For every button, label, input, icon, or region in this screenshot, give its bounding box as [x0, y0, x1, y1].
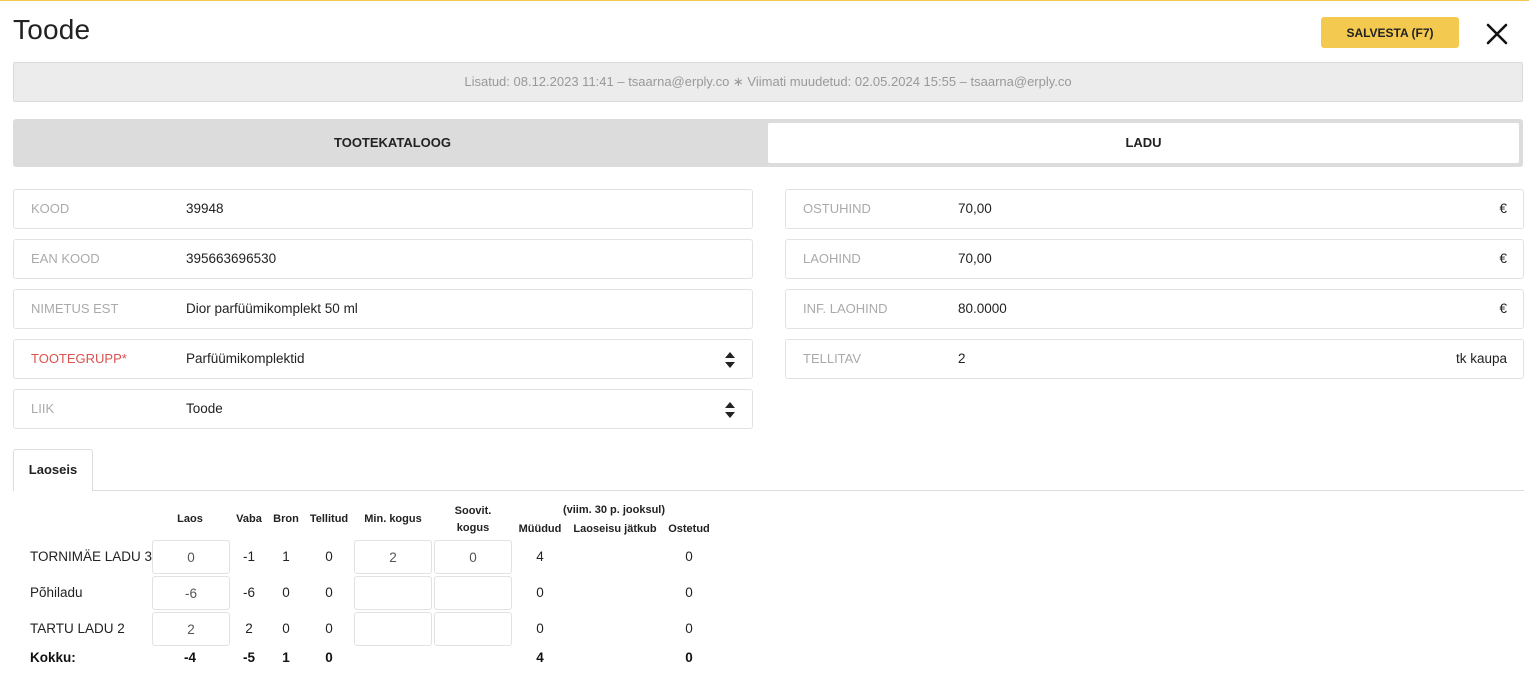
field-value[interactable]: 70,00: [958, 201, 992, 216]
warehouse-name: TORNIMÄE LADU 3: [30, 549, 153, 564]
ostetud-value: 0: [685, 621, 693, 636]
save-button[interactable]: SALVESTA (F7): [1321, 17, 1459, 48]
field-value[interactable]: 39948: [186, 201, 224, 216]
field-ean-kood[interactable]: EAN KOOD 395663696530: [13, 239, 753, 279]
ostetud-value: 0: [685, 585, 693, 600]
currency-suffix: €: [1499, 201, 1507, 216]
field-laohind[interactable]: LAOHIND 70,00 €: [785, 239, 1524, 279]
field-value[interactable]: 395663696530: [186, 251, 276, 266]
currency-suffix: €: [1499, 251, 1507, 266]
field-value[interactable]: 80.0000: [958, 301, 1007, 316]
total-ostetud: 0: [685, 650, 693, 665]
col-header-laoseisu-jatkub: Laoseisu jätkub: [573, 523, 657, 535]
field-liik-select[interactable]: LIIK Toode: [13, 389, 753, 429]
field-value[interactable]: Dior parfüümikomplekt 50 ml: [186, 301, 358, 316]
warehouse-name: Põhiladu: [30, 585, 83, 600]
field-tootegrupp-select[interactable]: TOOTEGRUPP* Parfüümikomplektid: [13, 339, 753, 379]
soovit-kogus-input[interactable]: [434, 540, 512, 574]
col-header-bron: Bron: [273, 513, 299, 525]
field-label: TOOTEGRUPP*: [31, 351, 127, 366]
field-value[interactable]: 70,00: [958, 251, 992, 266]
col-header-soovit: Soovit.: [454, 505, 492, 517]
col-header-vaba: Vaba: [236, 513, 262, 525]
bron-value: 1: [282, 549, 290, 564]
col-header-tellitud: Tellitud: [309, 513, 349, 525]
field-inf-laohind[interactable]: INF. LAOHIND 80.0000 €: [785, 289, 1524, 329]
tab-laoseis[interactable]: Laoseis: [13, 449, 93, 491]
close-icon[interactable]: [1484, 21, 1510, 47]
page-title: Toode: [13, 14, 91, 45]
field-label: LIIK: [31, 401, 55, 416]
tellitud-value: 0: [325, 621, 333, 636]
field-nimetus-est[interactable]: NIMETUS EST Dior parfüümikomplekt 50 ml: [13, 289, 753, 329]
field-value[interactable]: 2: [958, 351, 966, 366]
laos-input[interactable]: [152, 576, 230, 610]
field-label: TELLITAV: [803, 351, 862, 366]
field-kood[interactable]: KOOD 39948: [13, 189, 753, 229]
field-label: KOOD: [31, 201, 70, 216]
tab-ladu[interactable]: LADU: [768, 123, 1519, 163]
main-tabs: TOOTEKATALOOG LADU: [13, 119, 1523, 167]
total-muudud: 4: [536, 650, 544, 665]
ostetud-value: 0: [685, 549, 693, 564]
col-header-laos: Laos: [177, 513, 203, 525]
select-arrows-icon[interactable]: [724, 401, 736, 419]
select-arrows-icon[interactable]: [724, 351, 736, 369]
col-header-ostetud: Ostetud: [668, 523, 710, 535]
total-label: Kokku:: [30, 650, 76, 665]
laos-input[interactable]: [152, 612, 230, 646]
bron-value: 0: [282, 585, 290, 600]
tellitud-value: 0: [325, 549, 333, 564]
bron-value: 0: [282, 621, 290, 636]
min-kogus-input[interactable]: [354, 576, 432, 610]
top-accent-line: [0, 0, 1529, 1]
muudud-value: 0: [536, 621, 544, 636]
field-label: OSTUHIND: [803, 201, 871, 216]
col-header-kogus: kogus: [456, 522, 490, 534]
col-header-min-kogus: Min. kogus: [364, 513, 422, 525]
unit-suffix: tk kaupa: [1455, 351, 1507, 366]
field-ostuhind[interactable]: OSTUHIND 70,00 €: [785, 189, 1524, 229]
muudud-value: 4: [536, 549, 544, 564]
tab-tootekataloog[interactable]: TOOTEKATALOOG: [17, 123, 768, 163]
total-tellitud: 0: [325, 650, 333, 665]
col-header-period: (viim. 30 p. jooksul): [562, 504, 666, 516]
muudud-value: 0: [536, 585, 544, 600]
vaba-value: -1: [242, 549, 255, 564]
field-value[interactable]: Parfüümikomplektid: [186, 351, 305, 366]
total-vaba: -5: [242, 650, 255, 665]
soovit-kogus-input[interactable]: [434, 612, 512, 646]
soovit-kogus-input[interactable]: [434, 576, 512, 610]
vaba-value: 2: [245, 621, 253, 636]
total-bron: 1: [282, 650, 290, 665]
field-label: EAN KOOD: [31, 251, 100, 266]
field-label: INF. LAOHIND: [803, 301, 888, 316]
field-label: LAOHIND: [803, 251, 861, 266]
min-kogus-input[interactable]: [354, 612, 432, 646]
created-modified-info: Lisatud: 08.12.2023 11:41 – tsaarna@erpl…: [13, 62, 1523, 102]
total-laos: -4: [183, 650, 196, 665]
col-header-muudud: Müüdud: [518, 523, 562, 535]
warehouse-name: TARTU LADU 2: [30, 621, 125, 636]
tab-label: TOOTEKATALOOG: [334, 135, 451, 150]
tab-divider: [92, 490, 1524, 491]
vaba-value: -6: [242, 585, 255, 600]
min-kogus-input[interactable]: [354, 540, 432, 574]
currency-suffix: €: [1499, 301, 1507, 316]
field-value[interactable]: Toode: [186, 401, 223, 416]
laos-input[interactable]: [152, 540, 230, 574]
field-label: NIMETUS EST: [31, 301, 119, 316]
field-tellitav[interactable]: TELLITAV 2 tk kaupa: [785, 339, 1524, 379]
tellitud-value: 0: [325, 585, 333, 600]
